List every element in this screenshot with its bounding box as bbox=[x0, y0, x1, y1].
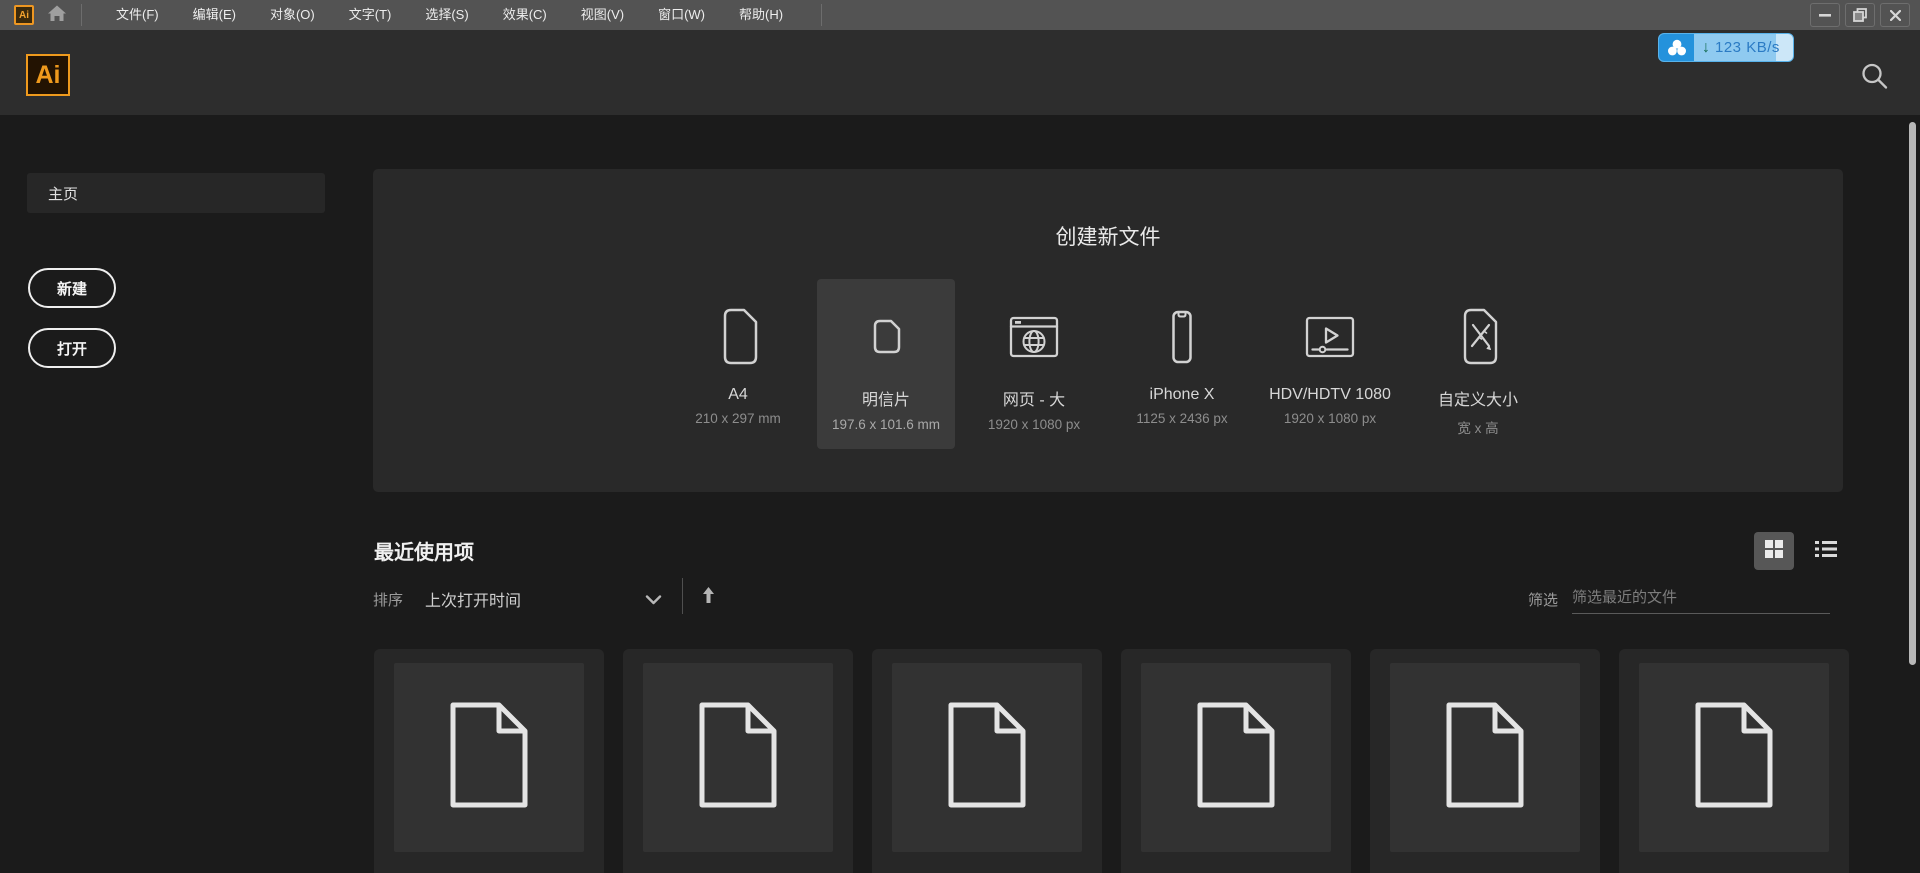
template-card-web-large[interactable]: 网页 - 大 1920 x 1080 px bbox=[965, 279, 1103, 449]
download-speed-value: 123 KB/s bbox=[1715, 39, 1780, 56]
restore-button[interactable] bbox=[1845, 3, 1875, 27]
video-player-icon bbox=[1298, 296, 1362, 378]
menu-item[interactable]: 选择(S) bbox=[415, 0, 478, 30]
new-file-button-label: 新建 bbox=[57, 278, 87, 299]
recent-file-card[interactable] bbox=[1619, 649, 1849, 873]
template-size: 210 x 297 mm bbox=[695, 411, 781, 426]
phone-icon bbox=[1150, 296, 1214, 378]
template-name: 明信片 bbox=[862, 386, 910, 410]
template-name: iPhone X bbox=[1150, 386, 1215, 404]
sort-label: 排序 bbox=[373, 589, 403, 610]
file-thumbnail bbox=[1141, 663, 1331, 852]
file-thumbnail bbox=[394, 663, 584, 852]
menu-item[interactable]: 帮助(H) bbox=[729, 0, 793, 30]
document-icon bbox=[1690, 700, 1778, 815]
app-icon-ai[interactable]: Ai bbox=[14, 5, 34, 25]
illustrator-logo: Ai bbox=[26, 54, 70, 96]
template-cards-row: A4 210 x 297 mm 明信片 197.6 x 101.6 mm bbox=[373, 279, 1843, 449]
close-button[interactable] bbox=[1880, 3, 1910, 27]
recent-file-card[interactable] bbox=[1370, 649, 1600, 873]
illustrator-logo-label: Ai bbox=[36, 61, 61, 90]
menu-item[interactable]: 效果(C) bbox=[493, 0, 557, 30]
titlebar-divider bbox=[821, 4, 822, 26]
template-card-hdtv[interactable]: HDV/HDTV 1080 1920 x 1080 px bbox=[1261, 279, 1399, 449]
ruler-pencil-icon bbox=[1446, 296, 1510, 378]
menu-item[interactable]: 视图(V) bbox=[571, 0, 634, 30]
grid-view-icon bbox=[1764, 539, 1784, 564]
document-icon bbox=[943, 700, 1031, 815]
template-name: HDV/HDTV 1080 bbox=[1269, 386, 1391, 404]
template-size: 197.6 x 101.6 mm bbox=[832, 417, 940, 432]
app-icon-label: Ai bbox=[19, 10, 29, 21]
template-name: 网页 - 大 bbox=[1003, 386, 1065, 410]
file-thumbnail bbox=[892, 663, 1082, 852]
minimize-button[interactable] bbox=[1810, 3, 1840, 27]
sidebar-home-label: 主页 bbox=[48, 183, 78, 204]
template-name: A4 bbox=[728, 386, 748, 404]
template-card-postcard[interactable]: 明信片 197.6 x 101.6 mm bbox=[817, 279, 955, 449]
search-icon bbox=[1859, 61, 1889, 96]
a4-document-icon bbox=[706, 296, 770, 378]
menu-item[interactable]: 对象(O) bbox=[260, 0, 325, 30]
recent-file-card[interactable] bbox=[374, 649, 604, 873]
sort-divider bbox=[682, 578, 683, 614]
template-size: 宽 x 高 bbox=[1457, 417, 1498, 437]
search-button[interactable] bbox=[1858, 62, 1890, 94]
create-new-panel: 创建新文件 A4 210 x 297 mm 明信片 197.6 x 101.6 … bbox=[373, 169, 1843, 492]
postcard-icon bbox=[854, 296, 918, 378]
template-name: 自定义大小 bbox=[1438, 386, 1518, 410]
sort-ascending-button[interactable] bbox=[702, 586, 715, 609]
template-size: 1125 x 2436 px bbox=[1136, 411, 1227, 426]
app-header: Ai ↓ 123 KB/s bbox=[0, 30, 1920, 115]
netdisk-cloud-icon bbox=[1659, 34, 1694, 61]
vertical-scrollbar-thumb[interactable] bbox=[1909, 122, 1916, 665]
new-file-button[interactable]: 新建 bbox=[28, 268, 116, 308]
recent-file-card[interactable] bbox=[872, 649, 1102, 873]
titlebar-divider bbox=[81, 4, 82, 26]
file-thumbnail bbox=[643, 663, 833, 852]
open-file-button-label: 打开 bbox=[57, 338, 87, 359]
template-size: 1920 x 1080 px bbox=[988, 417, 1080, 432]
filter-input[interactable] bbox=[1572, 582, 1830, 614]
menu-item[interactable]: 编辑(E) bbox=[183, 0, 246, 30]
download-speed-badge[interactable]: ↓ 123 KB/s bbox=[1658, 33, 1794, 62]
template-size: 1920 x 1080 px bbox=[1284, 411, 1376, 426]
document-icon bbox=[1192, 700, 1280, 815]
web-browser-icon bbox=[1002, 296, 1066, 378]
recent-file-card[interactable] bbox=[623, 649, 853, 873]
recent-files-grid bbox=[374, 649, 1849, 873]
menu-item[interactable]: 文字(T) bbox=[339, 0, 402, 30]
menu-item[interactable]: 窗口(W) bbox=[648, 0, 715, 30]
list-view-toggle[interactable] bbox=[1806, 532, 1846, 570]
template-card-iphone-x[interactable]: iPhone X 1125 x 2436 px bbox=[1113, 279, 1251, 449]
file-thumbnail bbox=[1390, 663, 1580, 852]
home-button[interactable] bbox=[47, 4, 67, 27]
template-card-custom-size[interactable]: 自定义大小 宽 x 高 bbox=[1409, 279, 1547, 449]
recent-section-title: 最近使用项 bbox=[374, 536, 474, 565]
recent-file-card[interactable] bbox=[1121, 649, 1351, 873]
sort-dropdown[interactable]: 上次打开时间 bbox=[425, 587, 665, 611]
window-controls bbox=[1810, 3, 1910, 27]
document-icon bbox=[694, 700, 782, 815]
menu-bar: 文件(F) 编辑(E) 对象(O) 文字(T) 选择(S) 效果(C) 视图(V… bbox=[106, 0, 807, 30]
document-icon bbox=[445, 700, 533, 815]
template-card-a4[interactable]: A4 210 x 297 mm bbox=[669, 279, 807, 449]
chevron-down-icon[interactable] bbox=[645, 592, 662, 610]
home-icon bbox=[47, 4, 67, 27]
document-icon bbox=[1441, 700, 1529, 815]
grid-view-toggle[interactable] bbox=[1754, 532, 1794, 570]
file-thumbnail bbox=[1639, 663, 1829, 852]
list-view-icon bbox=[1814, 539, 1838, 564]
download-arrow-icon: ↓ bbox=[1702, 39, 1710, 57]
create-new-title: 创建新文件 bbox=[373, 221, 1843, 251]
titlebar: Ai 文件(F) 编辑(E) 对象(O) 文字(T) 选择(S) 效果(C) 视… bbox=[0, 0, 1920, 30]
open-file-button[interactable]: 打开 bbox=[28, 328, 116, 368]
menu-item[interactable]: 文件(F) bbox=[106, 0, 169, 30]
sidebar-item-home[interactable]: 主页 bbox=[27, 173, 325, 213]
filter-label: 筛选 bbox=[1528, 589, 1558, 610]
